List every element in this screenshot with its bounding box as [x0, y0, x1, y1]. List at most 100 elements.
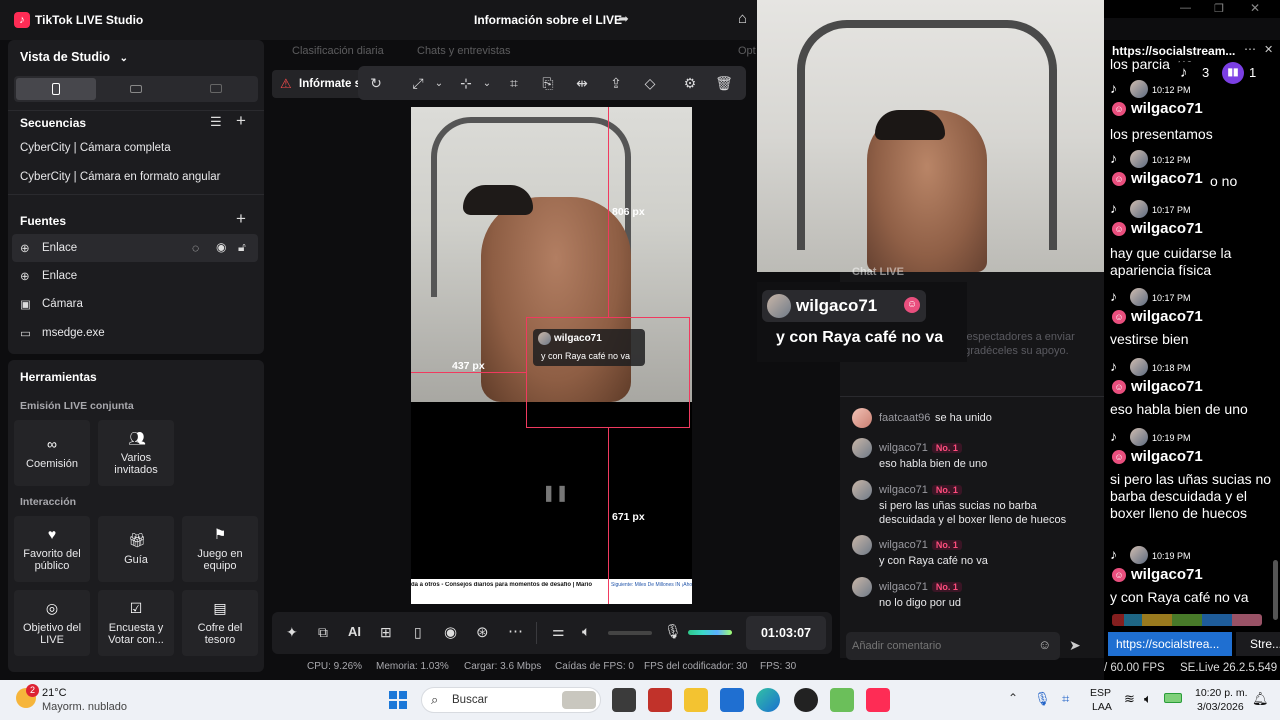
- comment-input[interactable]: [852, 637, 1032, 655]
- brave-icon[interactable]: [648, 688, 672, 712]
- volume-icon[interactable]: 🔈︎: [1144, 691, 1152, 707]
- chevron-down-icon[interactable]: ⌄: [432, 69, 446, 97]
- tab-social-1[interactable]: https://socialstrea...: [1108, 632, 1232, 656]
- add-sequence-button[interactable]: +: [236, 111, 246, 131]
- settings-icon[interactable]: ⚙: [676, 69, 704, 97]
- trash-icon[interactable]: 🗑︎: [710, 69, 738, 97]
- tool-team-game[interactable]: ⚑ Juego en equipo: [182, 516, 258, 582]
- replay-icon[interactable]: ⊛: [476, 623, 489, 641]
- pause-icon[interactable]: ❚❚: [542, 483, 569, 503]
- mic-level-meter: [688, 630, 732, 635]
- rotate-icon[interactable]: ⎘: [534, 69, 562, 97]
- more-icon[interactable]: ⋯: [508, 622, 523, 640]
- refresh-icon[interactable]: ↻: [362, 69, 390, 97]
- resize-icon[interactable]: ⤢: [404, 69, 432, 97]
- sequence-item[interactable]: CyberCity | Cámara completa: [20, 142, 171, 154]
- tool-cohost[interactable]: ∞ Coemisión: [14, 420, 90, 486]
- landscape-option[interactable]: [96, 78, 176, 100]
- obs-icon[interactable]: [794, 688, 818, 712]
- chat-user[interactable]: wilgaco71: [879, 442, 928, 454]
- lang-bottom[interactable]: LAA: [1092, 701, 1112, 713]
- source-item[interactable]: ▣ Cámara: [8, 290, 264, 318]
- mic-icon[interactable]: 🎙︎: [664, 623, 682, 640]
- target-icon[interactable]: ◌: [192, 241, 199, 255]
- add-source-button[interactable]: +: [236, 209, 246, 229]
- studio-view-dropdown[interactable]: Vista de Studio ⌄: [20, 50, 128, 64]
- tool-poll[interactable]: ☑ Encuesta y Votar con...: [98, 590, 174, 656]
- tool-multi-guest[interactable]: 👥︎ Varios invitados: [98, 420, 174, 486]
- chat-user[interactable]: wilgaco71: [879, 581, 928, 593]
- capture-icon[interactable]: ⧉: [318, 624, 328, 641]
- floating-user: wilgaco71: [796, 296, 878, 315]
- mixer-icon[interactable]: ⚌: [552, 623, 565, 640]
- emoji-icon[interactable]: ☺: [1038, 637, 1051, 652]
- sequence-item[interactable]: CyberCity | Cámara en formato angular: [20, 171, 221, 183]
- tool-treasure[interactable]: ▤ Cofre del tesoro: [182, 590, 258, 656]
- tool-label: Varios invitados: [114, 452, 158, 476]
- close-icon[interactable]: ✕: [1264, 43, 1273, 56]
- add-widget-icon[interactable]: ⊞: [380, 624, 392, 641]
- record-icon[interactable]: ◉: [444, 623, 457, 641]
- close-icon[interactable]: ✕: [1250, 1, 1260, 15]
- app-icon[interactable]: [830, 688, 854, 712]
- store-icon[interactable]: [720, 688, 744, 712]
- tiktok-icon: ♪: [1110, 200, 1117, 216]
- join-user[interactable]: faatcaat96: [879, 412, 930, 424]
- bluetooth-icon[interactable]: ⌗: [1062, 691, 1069, 707]
- mic-icon[interactable]: 🎙︎: [1034, 691, 1051, 707]
- clock-date[interactable]: 3/03/2026: [1197, 701, 1244, 713]
- speaker-icon[interactable]: 🔈︎: [582, 623, 590, 640]
- lock-icon[interactable]: 🔓︎: [238, 240, 246, 255]
- edge-icon[interactable]: [756, 688, 780, 712]
- notification-icon[interactable]: 🔔︎: [1252, 691, 1269, 707]
- chat-user[interactable]: wilgaco71: [879, 484, 928, 496]
- heart-badge-icon: ☺: [1112, 568, 1126, 582]
- file-explorer-icon[interactable]: [684, 688, 708, 712]
- share-icon[interactable]: ➦: [618, 11, 629, 27]
- wifi-icon[interactable]: ≋: [1124, 691, 1135, 707]
- crop-icon[interactable]: ⌗: [500, 69, 528, 97]
- camera-window[interactable]: [757, 0, 1104, 272]
- source-toolbar: ↻ ⤢ ⌄ ⊹ ⌄ ⌗ ⎘ ⇹ ⇪ ◇ ⚙ 🗑︎: [358, 66, 746, 100]
- volume-slider[interactable]: [608, 631, 652, 635]
- tab-daily-ranking[interactable]: Clasificación diaria: [292, 45, 384, 57]
- tab-options[interactable]: Opt: [738, 45, 756, 57]
- clock-time[interactable]: 10:20 p. m.: [1195, 687, 1248, 699]
- chevron-up-icon[interactable]: ⌃: [1008, 691, 1018, 705]
- eye-icon[interactable]: ◉: [216, 240, 226, 254]
- center-icon[interactable]: ⊹: [452, 69, 480, 97]
- maximize-icon[interactable]: ❐: [1214, 2, 1224, 15]
- live-info-title[interactable]: Información sobre el LIVE: [474, 13, 622, 27]
- ai-icon[interactable]: AI: [348, 624, 361, 639]
- tiktok-logo-icon: ♪: [14, 12, 30, 28]
- battery-icon[interactable]: [1164, 693, 1182, 703]
- minimize-icon[interactable]: —: [1180, 2, 1191, 14]
- tab-chats[interactable]: Chats y entrevistas: [417, 45, 511, 57]
- chat-user[interactable]: wilgaco71: [879, 539, 928, 551]
- source-item[interactable]: ⊕ Enlace: [8, 262, 264, 290]
- chevron-down-icon[interactable]: ⌄: [480, 69, 494, 97]
- dual-option[interactable]: [176, 78, 256, 100]
- tool-favorite[interactable]: ♥ Favorito del público: [14, 516, 90, 582]
- magic-icon[interactable]: ✦: [286, 624, 298, 641]
- flip-icon[interactable]: ⇹: [568, 69, 596, 97]
- tiktok-studio-icon[interactable]: [866, 688, 890, 712]
- windows-start-icon[interactable]: [389, 691, 407, 709]
- taskbar-search[interactable]: ⌕ Buscar: [421, 687, 601, 713]
- phone-icon[interactable]: ▯: [414, 624, 422, 641]
- task-view-icon[interactable]: [612, 688, 636, 712]
- send-icon[interactable]: ➤: [1069, 637, 1081, 654]
- lang-top[interactable]: ESP: [1090, 687, 1111, 699]
- alert-bar[interactable]: ⚠ Infórmate s: [272, 70, 364, 98]
- portrait-option[interactable]: [16, 78, 96, 100]
- source-item[interactable]: ▭ msedge.exe: [8, 319, 264, 347]
- more-icon[interactable]: ⋯: [1244, 42, 1256, 56]
- home-icon[interactable]: ⌂: [738, 10, 747, 27]
- tool-live-goal[interactable]: ◎ Objetivo del LIVE: [14, 590, 90, 656]
- scrollbar[interactable]: [1273, 560, 1278, 620]
- layer-down-icon[interactable]: ◇: [636, 69, 664, 97]
- tool-guide[interactable]: 🎁︎ Guía: [98, 516, 174, 582]
- list-icon[interactable]: ☰: [210, 114, 222, 130]
- layer-up-icon[interactable]: ⇪: [602, 69, 630, 97]
- tab-social-2[interactable]: Stre...: [1236, 632, 1280, 656]
